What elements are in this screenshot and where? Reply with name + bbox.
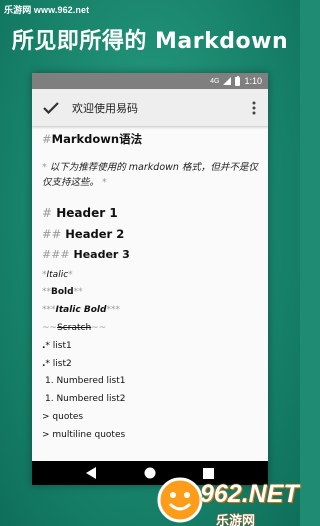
list1-text: list1: [52, 340, 72, 351]
brand-logo-subtitle: 乐游网: [216, 514, 256, 526]
list-item: .* list1: [42, 341, 258, 352]
numbered-list-item: 1. Numbered list2: [42, 394, 258, 405]
editor-bold: **Bold**: [42, 287, 258, 298]
markdown-editor[interactable]: #Markdown语法 * 以下为推荐使用的 markdown 格式，但并不是仅…: [32, 127, 268, 441]
list-item: .* list2: [42, 359, 258, 370]
para-marker-start: *: [42, 161, 47, 173]
list1-marker: *: [45, 340, 53, 351]
promo-headline: 所见即所得的 Markdown: [11, 29, 289, 54]
list2-text: list2: [52, 358, 72, 369]
h1-marker: #: [42, 206, 53, 221]
smiley-logo-icon: [157, 477, 203, 523]
phone-screen: 4G 1:10 欢迎使用易码 #Markdown语法 * 以下为推荐使用的 ma…: [32, 73, 268, 485]
heading-marker: #: [42, 132, 52, 146]
heading-text: Markdown语法: [51, 132, 143, 146]
quote1-text: > quotes: [42, 411, 84, 422]
editor-paragraph: * 以下为推荐使用的 markdown 格式，但并不是仅仅支持这些。 *: [42, 161, 258, 190]
quote2-text: > multiline quotes: [42, 429, 126, 440]
bolditalic-marker-start: ***: [42, 305, 56, 316]
para-marker-end: *: [102, 176, 107, 188]
bolditalic-marker-end: ***: [106, 305, 120, 316]
h2-text: Header 2: [65, 226, 125, 241]
bolditalic-text: Italic Bold: [55, 305, 107, 316]
editor-heading: #Markdown语法: [42, 132, 258, 147]
strike-text: Scratch: [57, 323, 92, 333]
battery-icon: [235, 75, 241, 86]
numbered-list-item: 1. Numbered list1: [42, 376, 258, 387]
more-vert-icon[interactable]: [246, 89, 262, 127]
italic-text: Italic: [46, 269, 69, 280]
brand-watermark: 962.NET 乐游网: [156, 476, 299, 526]
h3-marker: ###: [42, 248, 70, 262]
num1-text: 1. Numbered list1: [45, 376, 126, 387]
editor-h3: ### Header 3: [42, 248, 258, 261]
h3-text: Header 3: [73, 248, 130, 262]
brand-logo-text: 962.NET: [200, 480, 299, 508]
list2-marker: *: [45, 358, 53, 369]
app-toolbar: 欢迎使用易码: [32, 89, 268, 127]
document-title: 欢迎使用易码: [72, 101, 138, 115]
bold-marker-end: **: [73, 287, 83, 298]
editor-h1: # Header 1: [42, 206, 258, 220]
strike-marker-start: ~~: [42, 323, 58, 333]
num2-text: 1. Numbered list2: [45, 394, 126, 405]
network-type-label: 4G: [210, 77, 220, 85]
h2-marker: ##: [42, 226, 62, 241]
h1-text: Header 1: [56, 206, 118, 221]
editor-bold-italic: ***Italic Bold***: [42, 305, 258, 316]
status-bar: 4G 1:10: [32, 73, 268, 89]
para-text: 以下为推荐使用的 markdown 格式，但并不是仅仅支持这些。: [42, 161, 258, 188]
editor-italic: *Italic*: [42, 270, 258, 281]
editor-strike: ~~Scratch~~: [42, 323, 258, 334]
home-icon[interactable]: [143, 466, 157, 480]
check-icon[interactable]: [36, 89, 66, 127]
italic-marker-end: *: [68, 269, 73, 280]
editor-h2: ## Header 2: [42, 226, 258, 242]
back-icon[interactable]: [84, 466, 98, 480]
site-watermark: 乐游网 www.962.net: [4, 5, 90, 15]
status-time: 1:10: [244, 76, 262, 86]
bold-text: Bold: [51, 287, 74, 298]
bold-marker-start: **: [42, 287, 51, 298]
strike-marker-end: ~~: [91, 323, 107, 333]
quote-line: > quotes: [42, 412, 258, 423]
quote-line: > multiline quotes: [42, 430, 258, 441]
signal-icon: [223, 77, 232, 85]
